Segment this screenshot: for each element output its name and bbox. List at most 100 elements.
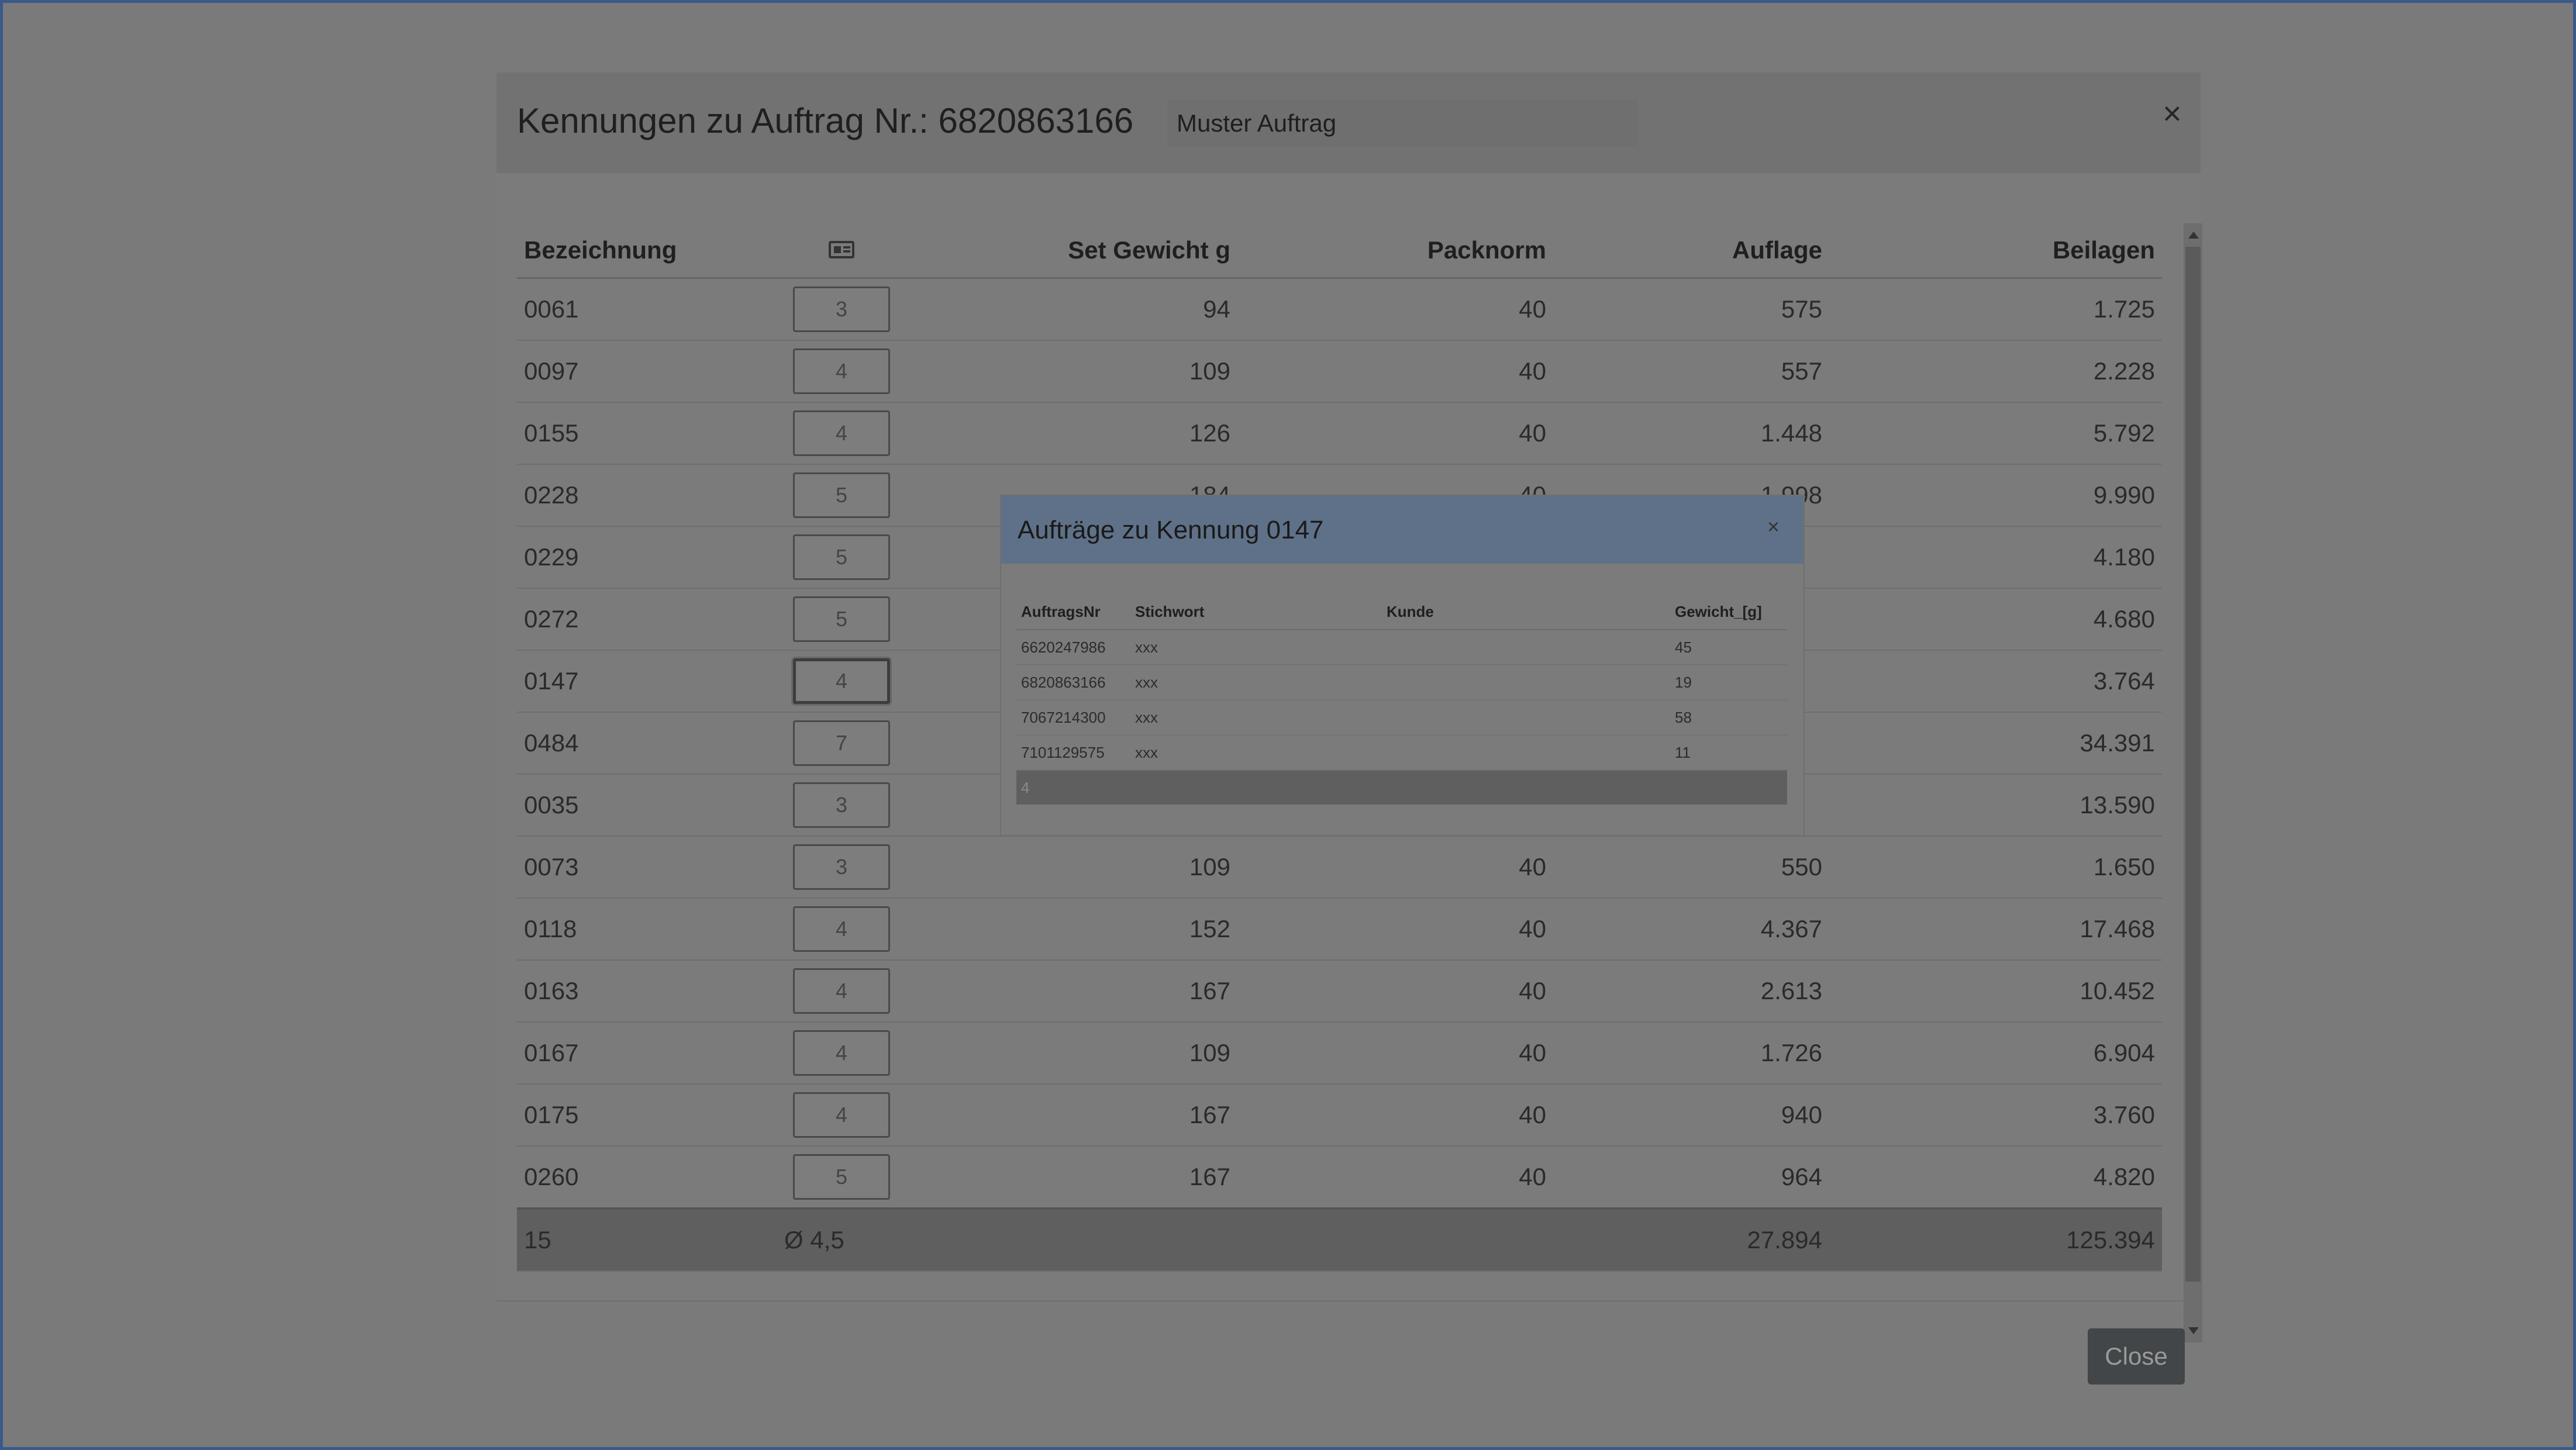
qty-button[interactable]: 5 [793,596,890,642]
cell-qty: 4 [777,1084,906,1147]
cell-set-gewicht: 152 [906,898,1237,961]
col-header-beilagen[interactable]: Beilagen [1829,223,2162,279]
close-button[interactable]: Close [2088,1328,2185,1385]
id-card-icon [829,241,854,258]
qty-button[interactable]: 4 [793,348,890,394]
cell-qty: 7 [777,712,906,775]
qty-button[interactable]: 5 [793,534,890,580]
qty-button[interactable]: 5 [793,472,890,518]
cell-bezeichnung: 0147 [517,650,777,713]
table-row[interactable]: 0097 4 109 40 557 2.228 [517,340,2162,403]
cell-packnorm: 40 [1237,402,1553,465]
col-header-packnorm[interactable]: Packnorm [1237,223,1553,279]
footer-beilagen-total: 125.394 [1829,1207,2162,1272]
popup-cell-stichwort: xxx [1130,665,1382,700]
popup-cell-kunde [1382,630,1670,665]
table-footer-row: 15 Ø 4,5 27.894 125.394 [517,1207,2162,1272]
qty-button[interactable]: 4 [793,968,890,1014]
modal-close-icon[interactable]: × [2163,97,2182,130]
qty-button[interactable]: 7 [793,720,890,766]
table-row[interactable]: 0260 5 167 40 964 4.820 [517,1146,2162,1209]
table-row[interactable]: 0155 4 126 40 1.448 5.792 [517,402,2162,465]
cell-qty: 5 [777,464,906,527]
cell-set-gewicht: 109 [906,836,1237,899]
cell-bezeichnung: 0484 [517,712,777,775]
cell-qty: 5 [777,526,906,589]
cell-beilagen: 3.760 [1829,1084,2162,1147]
popup-col-stichwort[interactable]: Stichwort [1130,594,1382,630]
cell-qty: 4 [777,1022,906,1085]
popup-table-row[interactable]: 6620247986 xxx 45 [1016,630,1787,665]
cell-beilagen: 1.725 [1829,278,2162,341]
table-row[interactable]: 0175 4 167 40 940 3.760 [517,1084,2162,1147]
cell-beilagen: 5.792 [1829,402,2162,465]
cell-auflage: 575 [1553,278,1829,341]
cell-packnorm: 40 [1237,1084,1553,1147]
table-row[interactable]: 0118 4 152 40 4.367 17.468 [517,898,2162,961]
cell-bezeichnung: 0167 [517,1022,777,1085]
table-row[interactable]: 0167 4 109 40 1.726 6.904 [517,1022,2162,1085]
cell-auflage: 557 [1553,340,1829,403]
order-name-field[interactable]: Muster Auftrag [1167,100,1638,147]
cell-bezeichnung: 0260 [517,1146,777,1209]
scroll-down-arrow-icon[interactable] [2188,1327,2199,1334]
scroll-thumb[interactable] [2185,247,2201,1282]
table-row[interactable]: 0061 3 94 40 575 1.725 [517,278,2162,341]
cell-beilagen: 13.590 [1829,774,2162,837]
cell-packnorm: 40 [1237,340,1553,403]
qty-button[interactable]: 4 [793,410,890,456]
col-header-bezeichnung[interactable]: Bezeichnung [517,223,777,279]
qty-button[interactable]: 3 [793,844,890,890]
cell-auflage: 550 [1553,836,1829,899]
qty-button[interactable]: 3 [793,782,890,828]
popup-footer-empty [1382,770,1670,805]
popup-footer-count: 4 [1016,770,1130,805]
table-row[interactable]: 0163 4 167 40 2.613 10.452 [517,960,2162,1023]
popup-footer-empty [1670,770,1787,805]
popup-table-row[interactable]: 7101129575 xxx 11 [1016,735,1787,771]
table-row[interactable]: 0073 3 109 40 550 1.650 [517,836,2162,899]
scroll-up-arrow-icon[interactable] [2188,232,2199,239]
qty-button[interactable]: 4 [793,1092,890,1138]
cell-auflage: 1.726 [1553,1022,1829,1085]
popup-col-kunde[interactable]: Kunde [1382,594,1670,630]
cell-bezeichnung: 0228 [517,464,777,527]
popup-table-row[interactable]: 6820863166 xxx 19 [1016,665,1787,700]
qty-button[interactable]: 4 [793,1030,890,1076]
table-header-row: Bezeichnung Set Gewicht g Packnorm Aufla… [517,223,2162,279]
cell-beilagen: 10.452 [1829,960,2162,1023]
popup-cell-gewicht: 58 [1670,700,1787,736]
cell-beilagen: 3.764 [1829,650,2162,713]
popup-footer-row: 4 [1016,770,1787,805]
cell-beilagen: 4.820 [1829,1146,2162,1209]
col-header-auflage[interactable]: Auflage [1553,223,1829,279]
popup-table-row[interactable]: 7067214300 xxx 58 [1016,700,1787,736]
popup-cell-kunde [1382,665,1670,700]
col-header-icon[interactable] [777,223,906,279]
popup-cell-gewicht: 11 [1670,735,1787,771]
qty-button[interactable]: 4 [793,658,890,704]
cell-beilagen: 4.680 [1829,588,2162,651]
cell-set-gewicht: 126 [906,402,1237,465]
qty-button[interactable]: 4 [793,906,890,952]
cell-bezeichnung: 0272 [517,588,777,651]
cell-qty: 3 [777,774,906,837]
popup-cell-kunde [1382,735,1670,771]
popup-col-gewicht[interactable]: Gewicht_[g] [1670,594,1787,630]
table-scrollbar[interactable] [2184,223,2202,1342]
cell-auflage: 2.613 [1553,960,1829,1023]
popup-close-icon[interactable]: × [1767,515,1780,539]
cell-packnorm: 40 [1237,1022,1553,1085]
cell-beilagen: 2.228 [1829,340,2162,403]
popup-cell-auftragsnr: 6820863166 [1016,665,1130,700]
cell-set-gewicht: 167 [906,1146,1237,1209]
popup-col-auftragsnr[interactable]: AuftragsNr [1016,594,1130,630]
qty-button[interactable]: 3 [793,286,890,332]
footer-auflage-total: 27.894 [1553,1207,1829,1272]
qty-button[interactable]: 5 [793,1154,890,1200]
cell-qty: 4 [777,898,906,961]
modal-title: Kennungen zu Auftrag Nr.: 6820863166 [517,101,1134,140]
cell-set-gewicht: 167 [906,1084,1237,1147]
col-header-set-gewicht[interactable]: Set Gewicht g [906,223,1237,279]
cell-auflage: 964 [1553,1146,1829,1209]
